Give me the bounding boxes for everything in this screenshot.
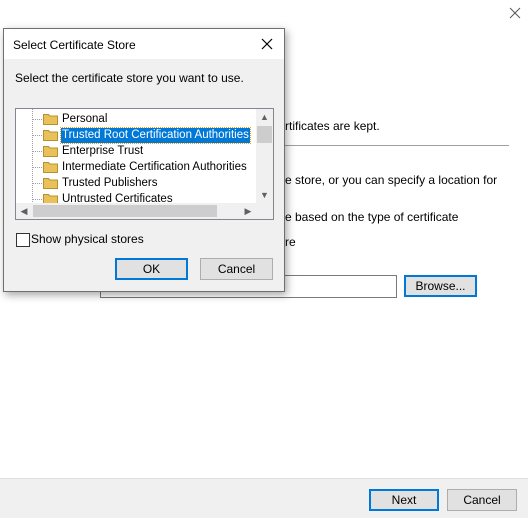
- folder-icon: [43, 178, 58, 189]
- tree-item-trusted-publishers[interactable]: Trusted Publishers: [16, 176, 256, 191]
- close-icon[interactable]: [508, 6, 522, 20]
- folder-icon: [43, 130, 58, 141]
- wizard-text-line: e based on the type of certificate: [285, 210, 459, 224]
- scroll-down-icon[interactable]: ▼: [256, 187, 273, 204]
- show-physical-stores-label: Show physical stores: [31, 232, 144, 246]
- tree-item-label: Trusted Root Certification Authorities: [60, 127, 251, 144]
- wizard-text-line: re: [285, 235, 296, 249]
- scroll-left-icon[interactable]: ◀: [16, 203, 32, 219]
- browse-button[interactable]: Browse...: [404, 275, 477, 297]
- wizard-footer: Next Cancel: [0, 478, 528, 518]
- tree-item-intermediate[interactable]: Intermediate Certification Authorities: [16, 160, 256, 175]
- tree-item-label: Enterprise Trust: [62, 145, 144, 157]
- tree-item-label: Intermediate Certification Authorities: [62, 161, 247, 173]
- scroll-up-icon[interactable]: ▲: [256, 109, 273, 126]
- tree-item-label: Personal: [62, 113, 108, 125]
- dialog-titlebar: Select Certificate Store: [4, 29, 284, 59]
- scroll-thumb[interactable]: [33, 205, 217, 217]
- close-icon[interactable]: [260, 37, 274, 51]
- dialog-instruction: Select the certificate store you want to…: [15, 71, 244, 85]
- tree-item-personal[interactable]: Personal: [16, 112, 256, 127]
- dialog-title: Select Certificate Store: [13, 38, 136, 52]
- show-physical-stores-checkbox[interactable]: [16, 233, 30, 247]
- certificate-store-tree[interactable]: Personal Trusted Root Certification Auth…: [15, 108, 274, 220]
- select-certificate-store-dialog: Select Certificate Store Select the cert…: [3, 28, 285, 292]
- next-button[interactable]: Next: [369, 489, 439, 511]
- folder-icon: [43, 146, 58, 157]
- folder-icon: [43, 162, 58, 173]
- tree-item-trusted-root[interactable]: Trusted Root Certification Authorities: [16, 127, 256, 144]
- cancel-button[interactable]: Cancel: [447, 489, 517, 511]
- scroll-right-icon[interactable]: ▶: [240, 203, 256, 219]
- cancel-button[interactable]: Cancel: [200, 258, 273, 280]
- vertical-scrollbar[interactable]: ▲ ▼: [256, 109, 273, 204]
- folder-icon: [43, 114, 58, 125]
- wizard-text-line: rtificates are kept.: [285, 119, 380, 133]
- divider: [280, 145, 509, 146]
- tree-item-enterprise-trust[interactable]: Enterprise Trust: [16, 144, 256, 159]
- scrollbar-corner: [256, 203, 273, 219]
- horizontal-scrollbar[interactable]: ◀ ▶: [16, 203, 273, 219]
- tree-item-label: Trusted Publishers: [62, 177, 158, 189]
- scroll-thumb[interactable]: [257, 126, 272, 143]
- ok-button[interactable]: OK: [115, 258, 188, 280]
- wizard-text-line: e store, or you can specify a location f…: [285, 173, 498, 187]
